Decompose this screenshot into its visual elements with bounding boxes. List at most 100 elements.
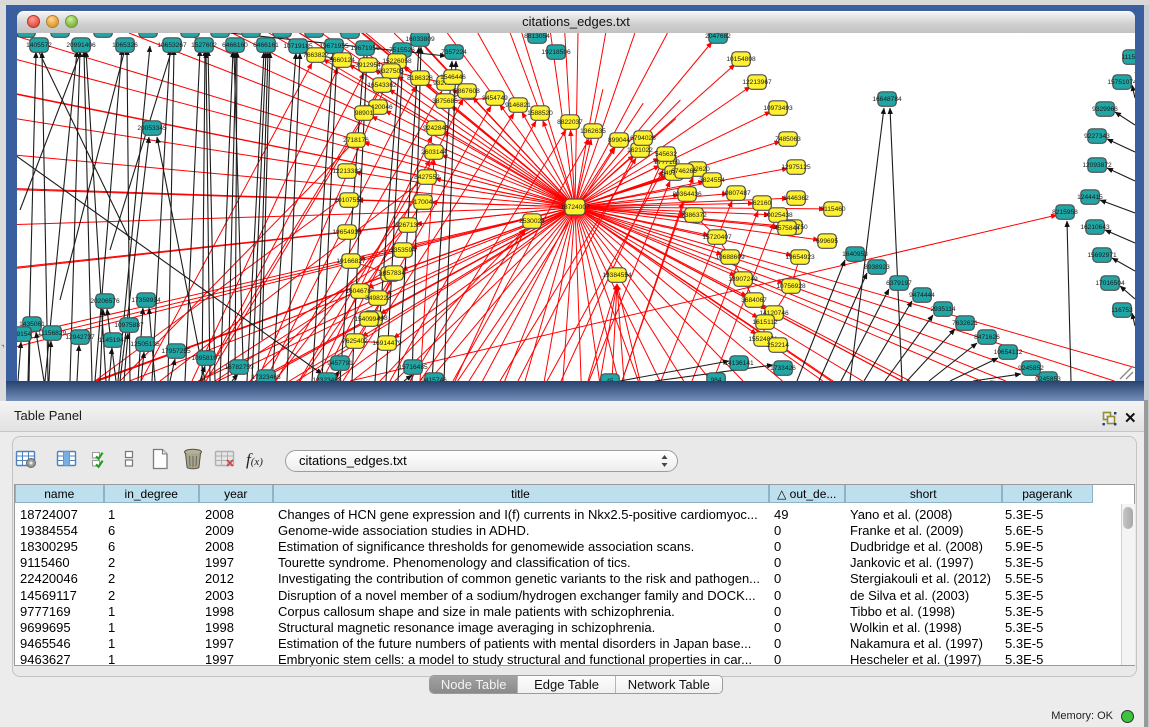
svg-text:8427552: 8427552 [414, 174, 440, 181]
svg-text:9457791: 9457791 [327, 360, 353, 367]
svg-text:9115460: 9115460 [820, 206, 846, 213]
svg-text:12505135: 12505135 [130, 341, 160, 348]
svg-text:12942737: 12942737 [65, 334, 95, 341]
svg-text:1446362: 1446362 [783, 195, 809, 202]
svg-text:10756928: 10756928 [776, 283, 806, 290]
svg-text:14136141: 14136141 [724, 360, 754, 367]
svg-text:15720407: 15720407 [702, 234, 732, 241]
svg-text:18907249: 18907249 [728, 276, 758, 283]
svg-text:7357224: 7357224 [441, 49, 467, 56]
svg-text:17016504: 17016504 [1095, 280, 1125, 287]
svg-text:17004: 17004 [414, 199, 433, 206]
svg-text:2603144: 2603144 [421, 149, 447, 156]
svg-text:20991406: 20991406 [66, 42, 96, 49]
svg-text:3875685: 3875685 [432, 98, 458, 105]
svg-text:39154: 39154 [17, 331, 31, 338]
svg-text:1588520: 1588520 [527, 110, 553, 117]
svg-text:16210643: 16210643 [1080, 224, 1110, 231]
svg-text:3684067: 3684067 [741, 297, 767, 304]
svg-text:1405572: 1405572 [26, 42, 52, 49]
svg-text:18724007: 18724007 [560, 204, 590, 211]
svg-text:12975125: 12975125 [781, 164, 811, 171]
svg-text:98901: 98901 [355, 110, 374, 117]
svg-text:10107553: 10107553 [334, 197, 364, 204]
svg-text:2047682: 2047682 [705, 33, 731, 40]
svg-text:2935114: 2935114 [930, 306, 956, 313]
svg-text:16782759: 16782759 [224, 364, 254, 371]
svg-text:16914479: 16914479 [372, 340, 402, 347]
svg-text:1546446: 1546446 [440, 74, 466, 81]
svg-text:17957255: 17957255 [161, 348, 191, 355]
svg-text:3498222: 3498222 [365, 295, 391, 302]
svg-text:8938923: 8938923 [864, 264, 890, 271]
svg-text:857834: 857834 [383, 270, 405, 277]
svg-text:7663822: 7663822 [303, 52, 329, 59]
svg-text:9245852: 9245852 [1018, 365, 1044, 372]
svg-text:8822037: 8822037 [557, 119, 583, 126]
svg-text:12213967: 12213967 [742, 79, 772, 86]
svg-text:19166827: 19166827 [336, 258, 366, 265]
svg-text:1065326: 1065326 [112, 42, 138, 49]
svg-text:10688609: 10688609 [715, 254, 745, 261]
svg-text:11156829: 11156829 [38, 330, 67, 337]
svg-text:19384554: 19384554 [602, 272, 632, 279]
svg-text:7485063: 7485063 [775, 136, 801, 143]
svg-text:10154808: 10154808 [726, 56, 756, 63]
svg-text:9227343: 9227343 [1084, 133, 1110, 140]
svg-text:2718176: 2718176 [343, 137, 369, 144]
svg-text:2530023: 2530023 [519, 218, 545, 225]
svg-text:8186328: 8186328 [407, 75, 433, 82]
svg-text:15751074: 15751074 [1107, 79, 1135, 86]
svg-text:19654923: 19654923 [785, 254, 815, 261]
svg-text:1621022: 1621022 [627, 147, 653, 154]
svg-text:19671956: 19671956 [350, 45, 380, 52]
svg-text:8454749: 8454749 [482, 95, 508, 102]
svg-text:2867608: 2867608 [454, 88, 480, 95]
svg-text:4575844: 4575844 [774, 225, 800, 232]
svg-text:62160: 62160 [753, 200, 772, 207]
svg-text:6746266: 6746266 [671, 168, 697, 175]
svg-text:45: 45 [606, 378, 614, 381]
svg-text:1733426: 1733426 [770, 365, 796, 372]
svg-text:17359934: 17359934 [131, 297, 161, 304]
svg-text:1615112: 1615112 [752, 319, 778, 326]
svg-text:8215958: 8215958 [1052, 209, 1078, 216]
svg-text:15409949: 15409949 [354, 316, 384, 323]
svg-text:252214: 252214 [767, 342, 789, 349]
svg-text:6379197: 6379197 [886, 280, 912, 287]
svg-text:116753: 116753 [1111, 307, 1133, 314]
svg-text:19218506: 19218506 [541, 49, 571, 56]
svg-text:9415746: 9415746 [421, 377, 447, 381]
svg-text:10653267: 10653267 [157, 42, 187, 49]
svg-text:111575: 111575 [1121, 54, 1135, 61]
svg-text:10025438: 10025438 [763, 212, 793, 219]
svg-text:699695: 699695 [816, 238, 838, 245]
svg-text:9146821: 9146821 [505, 102, 531, 109]
svg-text:15716485: 15716485 [398, 364, 428, 371]
svg-text:10958107: 10958107 [191, 355, 221, 362]
svg-text:984: 984 [710, 377, 721, 381]
svg-text:9242848: 9242848 [423, 125, 449, 132]
svg-text:545632: 545632 [655, 151, 677, 158]
svg-text:20206576: 20206576 [90, 298, 120, 305]
svg-text:3824554: 3824554 [699, 177, 725, 184]
svg-text:6794028: 6794028 [630, 135, 656, 142]
svg-text:10975887: 10975887 [114, 322, 144, 329]
svg-text:8813054: 8813054 [524, 33, 550, 40]
svg-text:9327505: 9327505 [378, 68, 404, 75]
svg-text:6466161: 6466161 [253, 42, 279, 49]
svg-text:9245853: 9245853 [1035, 376, 1061, 381]
svg-text:12093872: 12093872 [1082, 162, 1112, 169]
svg-text:1640953: 1640953 [842, 251, 868, 258]
svg-text:7386372: 7386372 [681, 212, 707, 219]
svg-text:8660124: 8660124 [329, 57, 355, 64]
svg-text:7632621: 7632621 [952, 320, 978, 327]
svg-text:8471626: 8471626 [974, 334, 1000, 341]
svg-text:6466160: 6466160 [222, 42, 248, 49]
svg-text:10973493: 10973493 [763, 105, 793, 112]
svg-text:19654933: 19654933 [332, 229, 362, 236]
svg-text:9329966: 9329966 [1092, 106, 1118, 113]
svg-text:7625402: 7625402 [342, 338, 368, 345]
svg-text:1353594: 1353594 [390, 247, 416, 254]
svg-text:11451947: 11451947 [99, 337, 128, 344]
